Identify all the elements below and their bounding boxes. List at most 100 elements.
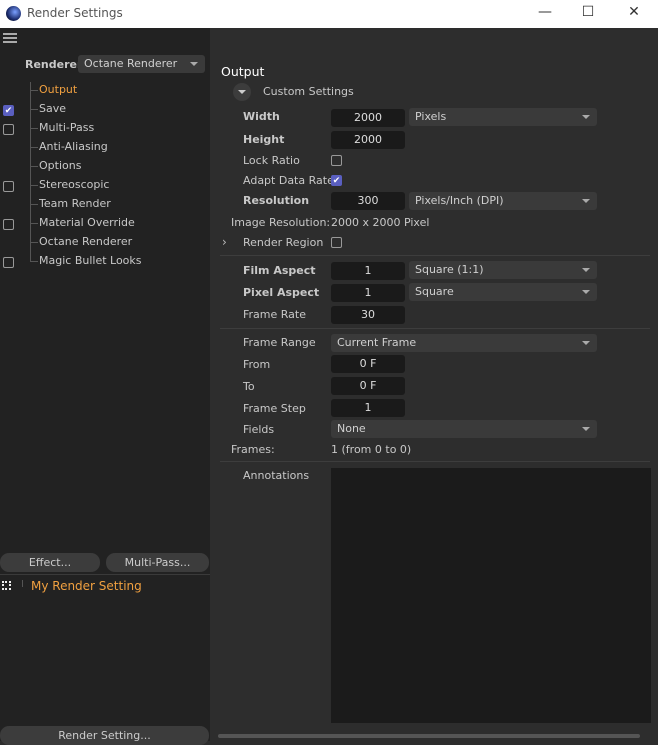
maximize-button[interactable]: ☐: [573, 4, 603, 20]
sidebar-item-stereoscopic[interactable]: Stereoscopic: [39, 178, 109, 191]
tree-line: [30, 166, 38, 167]
sidebar-item-multi-pass[interactable]: Multi-Pass: [39, 121, 94, 134]
renderer-value: Octane Renderer: [84, 57, 178, 70]
tree-line: [30, 90, 38, 91]
film-aspect-input[interactable]: 1: [331, 262, 405, 280]
frame-range-label: Frame Range: [243, 336, 316, 349]
sidebar-item-output[interactable]: Output: [39, 83, 77, 96]
chevron-down-icon: [582, 427, 590, 431]
chevron-down-icon: [582, 341, 590, 345]
chevron-down-icon: [190, 62, 198, 66]
pixel-aspect-value: Square: [415, 285, 454, 298]
sidebar-item-magic-bullet-looks[interactable]: Magic Bullet Looks: [39, 254, 142, 267]
annotations-textarea[interactable]: [331, 468, 651, 723]
tree-line: [30, 204, 38, 205]
sidebar: [0, 28, 210, 741]
film-aspect-label: Film Aspect: [243, 264, 316, 277]
width-label: Width: [243, 110, 280, 123]
chevron-down-icon: [582, 290, 590, 294]
frame-rate-label: Frame Rate: [243, 308, 306, 321]
tree-line: [30, 242, 38, 243]
render-setting-button[interactable]: Render Setting...: [0, 726, 209, 745]
sidebar-item-octane-renderer[interactable]: Octane Renderer: [39, 235, 132, 248]
image-resolution-label: Image Resolution:: [231, 216, 331, 229]
to-label: To: [243, 380, 255, 393]
width-unit-value: Pixels: [415, 110, 447, 123]
renderer-dropdown[interactable]: Octane Renderer: [78, 55, 205, 73]
fields-value: None: [337, 422, 366, 435]
divider: [0, 574, 210, 575]
width-unit-dropdown[interactable]: Pixels: [409, 108, 597, 126]
adapt-data-rate-label: Adapt Data Rate: [243, 174, 334, 187]
film-aspect-dropdown[interactable]: Square (1:1): [409, 261, 597, 279]
horizontal-scrollbar[interactable]: [218, 734, 640, 738]
section-title: Output: [221, 64, 265, 79]
lock-ratio-label: Lock Ratio: [243, 154, 300, 167]
sidebar-checkbox[interactable]: [3, 257, 14, 268]
pixel-aspect-label: Pixel Aspect: [243, 286, 320, 299]
divider: [220, 255, 650, 256]
sidebar-checkbox[interactable]: [3, 219, 14, 230]
sidebar-item-anti-aliasing[interactable]: Anti-Aliasing: [39, 140, 108, 153]
resolution-label: Resolution: [243, 194, 310, 207]
divider: [220, 461, 650, 462]
pixel-aspect-input[interactable]: 1: [331, 284, 405, 302]
image-resolution-value: 2000 x 2000 Pixel: [331, 216, 430, 229]
tree-line: [30, 128, 38, 129]
to-input[interactable]: 0 F: [331, 377, 405, 395]
resolution-input[interactable]: 300: [331, 192, 405, 210]
tree-line: [30, 261, 38, 262]
app-logo-icon: [6, 6, 21, 21]
height-label: Height: [243, 133, 285, 146]
minimize-button[interactable]: —: [530, 4, 560, 20]
tree-line: [30, 109, 38, 110]
chevron-down-icon: [582, 199, 590, 203]
lock-ratio-checkbox[interactable]: [331, 155, 342, 166]
tree-line: [22, 580, 23, 587]
multipass-button[interactable]: Multi-Pass...: [106, 553, 209, 572]
sidebar-item-team-render[interactable]: Team Render: [39, 197, 111, 210]
annotations-label: Annotations: [243, 469, 310, 482]
chevron-down-icon: [582, 115, 590, 119]
resolution-unit-dropdown[interactable]: Pixels/Inch (DPI): [409, 192, 597, 210]
chevron-down-icon: [582, 268, 590, 272]
chevron-down-icon: [238, 90, 246, 94]
fields-dropdown[interactable]: None: [331, 420, 597, 438]
sidebar-item-save[interactable]: Save: [39, 102, 66, 115]
frames-value: 1 (from 0 to 0): [331, 443, 412, 456]
adapt-data-rate-checkbox[interactable]: ✔: [331, 175, 342, 186]
menu-icon[interactable]: [3, 33, 17, 43]
frame-rate-input[interactable]: 30: [331, 306, 405, 324]
pixel-aspect-dropdown[interactable]: Square: [409, 283, 597, 301]
render-region-label: Render Region: [243, 236, 324, 249]
from-label: From: [243, 358, 271, 371]
sidebar-checkbox[interactable]: [3, 181, 14, 192]
frame-step-label: Frame Step: [243, 402, 306, 415]
frame-step-input[interactable]: 1: [331, 399, 405, 417]
tree-line: [30, 223, 38, 224]
close-button[interactable]: ✕: [619, 4, 649, 20]
frames-label: Frames:: [231, 443, 275, 456]
from-input[interactable]: 0 F: [331, 355, 405, 373]
sidebar-item-options[interactable]: Options: [39, 159, 81, 172]
sidebar-item-material-override[interactable]: Material Override: [39, 216, 135, 229]
divider: [220, 328, 650, 329]
height-input[interactable]: 2000: [331, 131, 405, 149]
render-setting-item[interactable]: My Render Setting: [31, 579, 142, 593]
effect-button[interactable]: Effect...: [0, 553, 100, 572]
title-bar: Render Settings — ☐ ✕: [0, 0, 658, 28]
renderer-label: Renderer: [25, 58, 83, 71]
window-title: Render Settings: [27, 6, 123, 20]
frame-range-dropdown[interactable]: Current Frame: [331, 334, 597, 352]
film-aspect-value: Square (1:1): [415, 263, 484, 276]
width-input[interactable]: 2000: [331, 109, 405, 127]
frame-range-value: Current Frame: [337, 336, 417, 349]
sidebar-checkbox[interactable]: ✔: [3, 105, 14, 116]
render-region-checkbox[interactable]: [331, 237, 342, 248]
tree-line: [30, 185, 38, 186]
chevron-right-icon[interactable]: ›: [222, 235, 227, 249]
preset-toggle[interactable]: [233, 83, 251, 101]
preset-label[interactable]: Custom Settings: [263, 85, 354, 98]
sidebar-checkbox[interactable]: [3, 124, 14, 135]
resolution-unit-value: Pixels/Inch (DPI): [415, 194, 504, 207]
